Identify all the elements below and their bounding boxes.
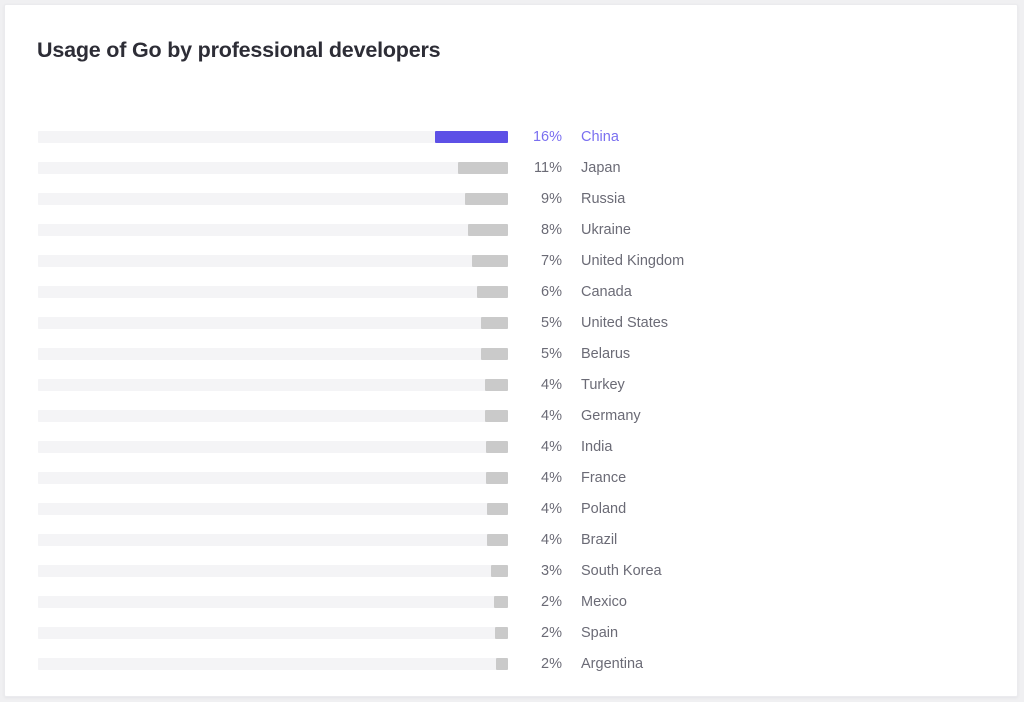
- bar-track: [38, 131, 508, 143]
- bar-track: [38, 441, 508, 453]
- bar-category-label: Japan: [581, 160, 621, 176]
- bar-category-label: Canada: [581, 284, 632, 300]
- bar-value-label: 16%: [502, 129, 562, 145]
- bar-track: [38, 534, 508, 546]
- bar-fill: [435, 131, 508, 143]
- bar-track: [38, 348, 508, 360]
- bar-category-label: Poland: [581, 501, 626, 517]
- bar-category-label: France: [581, 470, 626, 486]
- bar-value-label: 8%: [502, 222, 562, 238]
- bar-row[interactable]: 5% United States: [5, 311, 1017, 342]
- bar-value-label: 11%: [502, 160, 562, 176]
- bar-category-label: Germany: [581, 408, 641, 424]
- bar-row[interactable]: 4% Turkey: [5, 373, 1017, 404]
- bar-category-label: South Korea: [581, 563, 662, 579]
- bar-row[interactable]: 4% France: [5, 466, 1017, 497]
- bar-row[interactable]: 8% Ukraine: [5, 218, 1017, 249]
- bar-track: [38, 193, 508, 205]
- bar-value-label: 4%: [502, 439, 562, 455]
- bar-category-label: Russia: [581, 191, 625, 207]
- bar-fill: [458, 162, 508, 174]
- bar-track: [38, 286, 508, 298]
- bar-track: [38, 379, 508, 391]
- bar-track: [38, 503, 508, 515]
- bar-value-label: 5%: [502, 346, 562, 362]
- bar-category-label: China: [581, 129, 619, 145]
- bar-category-label: Turkey: [581, 377, 625, 393]
- bar-value-label: 5%: [502, 315, 562, 331]
- bar-category-label: India: [581, 439, 612, 455]
- bar-row[interactable]: 5% Belarus: [5, 342, 1017, 373]
- chart-card: Usage of Go by professional developers 1…: [4, 4, 1018, 697]
- bar-row[interactable]: 7% United Kingdom: [5, 249, 1017, 280]
- bar-category-label: United Kingdom: [581, 253, 684, 269]
- bar-track: [38, 596, 508, 608]
- bar-row[interactable]: 4% India: [5, 435, 1017, 466]
- bar-value-label: 7%: [502, 253, 562, 269]
- bar-track: [38, 317, 508, 329]
- bar-track: [38, 162, 508, 174]
- bar-track: [38, 565, 508, 577]
- bar-track: [38, 410, 508, 422]
- bar-row[interactable]: 2% Spain: [5, 621, 1017, 652]
- bar-row[interactable]: 4% Poland: [5, 497, 1017, 528]
- bar-value-label: 6%: [502, 284, 562, 300]
- bar-track: [38, 472, 508, 484]
- bar-row[interactable]: 16% China: [5, 125, 1017, 156]
- bar-category-label: Belarus: [581, 346, 630, 362]
- bar-value-label: 2%: [502, 594, 562, 610]
- bar-chart-rows: 16% China 11% Japan 9% Russia 8% Ukraine 7% Unite…: [5, 125, 1017, 683]
- bar-track: [38, 627, 508, 639]
- bar-category-label: Brazil: [581, 532, 617, 548]
- bar-category-label: Argentina: [581, 656, 643, 672]
- bar-row[interactable]: 2% Mexico: [5, 590, 1017, 621]
- bar-row[interactable]: 2% Argentina: [5, 652, 1017, 683]
- bar-track: [38, 224, 508, 236]
- bar-category-label: Spain: [581, 625, 618, 641]
- bar-category-label: Mexico: [581, 594, 627, 610]
- bar-value-label: 4%: [502, 377, 562, 393]
- bar-value-label: 3%: [502, 563, 562, 579]
- bar-value-label: 4%: [502, 470, 562, 486]
- bar-track: [38, 255, 508, 267]
- bar-value-label: 4%: [502, 532, 562, 548]
- bar-row[interactable]: 11% Japan: [5, 156, 1017, 187]
- bar-row[interactable]: 4% Germany: [5, 404, 1017, 435]
- bar-track: [38, 658, 508, 670]
- bar-category-label: United States: [581, 315, 668, 331]
- bar-value-label: 2%: [502, 625, 562, 641]
- bar-value-label: 9%: [502, 191, 562, 207]
- page-title: Usage of Go by professional developers: [37, 38, 440, 63]
- bar-category-label: Ukraine: [581, 222, 631, 238]
- bar-row[interactable]: 6% Canada: [5, 280, 1017, 311]
- bar-value-label: 4%: [502, 408, 562, 424]
- bar-row[interactable]: 3% South Korea: [5, 559, 1017, 590]
- bar-row[interactable]: 4% Brazil: [5, 528, 1017, 559]
- bar-value-label: 2%: [502, 656, 562, 672]
- bar-row[interactable]: 9% Russia: [5, 187, 1017, 218]
- bar-value-label: 4%: [502, 501, 562, 517]
